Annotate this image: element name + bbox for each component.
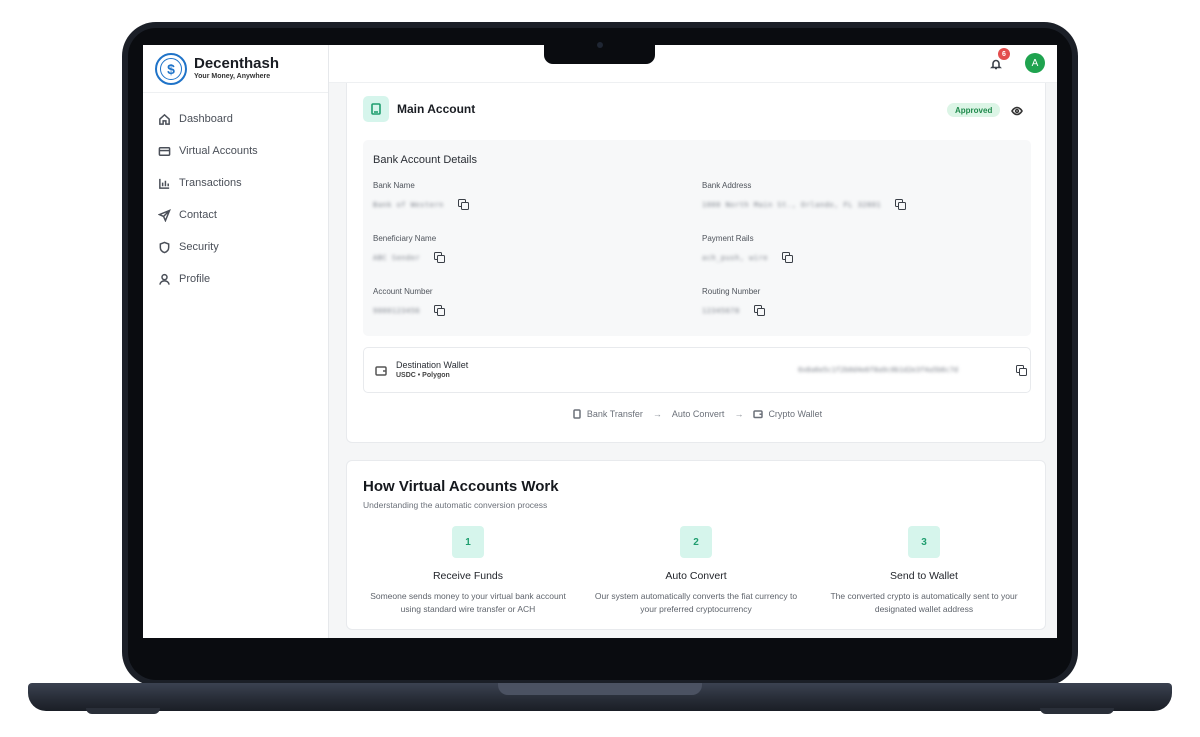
dollar-logo-icon: $ (155, 52, 187, 85)
step-number: 3 (908, 526, 940, 558)
field-value: Bank of Western (373, 200, 444, 209)
flow-step-wallet: Crypto Wallet (753, 409, 822, 419)
step-description: Someone sends money to your virtual bank… (370, 591, 566, 614)
bank-account-details: Bank Account Details Bank Name Bank of W… (363, 140, 1031, 336)
field-value: ach_push, wire (702, 253, 769, 262)
field-value: 1000 North Main St., Orlando, FL 32801 (702, 200, 882, 209)
card-icon (158, 146, 171, 156)
copy-icon[interactable] (782, 252, 794, 263)
step-title: Send to Wallet (890, 570, 958, 582)
sidebar-item-label: Security (179, 241, 219, 253)
toggle-visibility-button[interactable] (1011, 104, 1023, 116)
field-beneficiary-name: Beneficiary Name ABC Sender (373, 234, 673, 263)
conversion-flow: Bank Transfer → Auto Convert → Crypto Wa… (347, 409, 1047, 419)
step-number: 2 (680, 526, 712, 558)
field-bank-name: Bank Name Bank of Western (373, 181, 673, 210)
brand-name: Decenthash (194, 55, 280, 72)
field-account-number: Account Number 9000123456 (373, 287, 673, 316)
user-icon (159, 273, 170, 285)
brand-tagline: Your Money, Anywhere (194, 73, 271, 80)
arrow-right-icon: → (734, 409, 744, 419)
bank-icon (363, 96, 389, 122)
laptop-chin (143, 638, 1057, 656)
sidebar-item-label: Profile (179, 273, 211, 285)
wallet-network: USDC • Polygon (396, 372, 450, 379)
step-title: Auto Convert (665, 570, 727, 582)
laptop-foot-left (86, 708, 160, 714)
brand[interactable]: $ Decenthash Your Money, Anywhere (143, 45, 328, 93)
step-description: Our system automatically converts the fi… (594, 591, 798, 614)
step-number: 1 (452, 526, 484, 558)
sidebar-item-transactions[interactable]: Transactions (143, 167, 328, 199)
field-label: Payment Rails (702, 234, 754, 243)
sidebar-item-virtual-accounts[interactable]: Virtual Accounts (143, 135, 328, 167)
field-label: Bank Name (373, 181, 415, 190)
flow-step-bank: Bank Transfer (572, 409, 643, 419)
sidebar-item-label: Contact (179, 209, 217, 221)
sidebar-item-dashboard[interactable]: Dashboard (143, 103, 328, 135)
step-receive-funds: 1 Receive Funds Someone sends money to y… (358, 526, 578, 616)
wallet-name: Destination Wallet (396, 360, 469, 370)
copy-icon[interactable] (434, 252, 446, 263)
sidebar-item-contact[interactable]: Contact (143, 199, 328, 231)
details-title: Bank Account Details (373, 154, 477, 166)
step-description: The converted crypto is automatically se… (830, 591, 1018, 614)
field-routing-number: Routing Number 12345678 (702, 287, 1002, 316)
sidebar-item-label: Dashboard (179, 113, 233, 125)
copy-icon[interactable] (434, 305, 446, 316)
flow-step-convert: Auto Convert (671, 409, 725, 419)
section-title: How Virtual Accounts Work (363, 478, 559, 495)
arrow-right-icon: → (652, 409, 662, 419)
field-label: Bank Address (702, 181, 752, 190)
notification-count-badge: 6 (998, 48, 1010, 60)
chart-icon (159, 178, 170, 189)
copy-icon[interactable] (753, 305, 765, 316)
field-value: 9000123456 (373, 306, 421, 315)
copy-icon[interactable] (457, 199, 469, 210)
field-label: Routing Number (702, 287, 761, 296)
copy-icon[interactable] (895, 199, 907, 210)
field-label: Account Number (373, 287, 433, 296)
sidebar-nav: Dashboard Virtual Accounts Transactions … (143, 93, 328, 295)
bank-icon (573, 409, 581, 419)
section-subtitle: Understanding the automatic conversion p… (363, 500, 548, 510)
laptop-opening-notch (498, 683, 702, 695)
sidebar-item-profile[interactable]: Profile (143, 263, 328, 295)
field-label: Beneficiary Name (373, 234, 437, 243)
account-title: Main Account (397, 102, 476, 116)
wallet-icon (375, 364, 387, 376)
wallet-address: 0x8a6e5c1f2b0d4e6f8a9c0b1d2e3f4a5b6c7d (798, 366, 959, 374)
how-it-works-card: How Virtual Accounts Work Understanding … (346, 460, 1046, 630)
step-send-to-wallet: 3 Send to Wallet The converted crypto is… (814, 526, 1034, 616)
destination-wallet: Destination Wallet USDC • Polygon 0x8a6e… (363, 347, 1031, 393)
send-icon (158, 208, 171, 222)
top-bar (329, 45, 1057, 83)
app-screen: $ Decenthash Your Money, Anywhere Dashbo… (143, 45, 1057, 638)
step-auto-convert: 2 Auto Convert Our system automatically … (586, 526, 806, 616)
avatar[interactable]: A (1025, 53, 1045, 73)
eye-icon (1011, 106, 1023, 116)
step-title: Receive Funds (432, 570, 504, 582)
sidebar-item-security[interactable]: Security (143, 231, 328, 263)
camera-icon (597, 42, 603, 48)
laptop-mockup: $ Decenthash Your Money, Anywhere Dashbo… (0, 0, 1200, 737)
wallet-icon (753, 410, 764, 419)
sidebar: $ Decenthash Your Money, Anywhere Dashbo… (143, 45, 329, 638)
home-icon (159, 113, 170, 125)
field-payment-rails: Payment Rails ach_push, wire (702, 234, 1002, 263)
shield-icon (159, 241, 170, 253)
field-value: ABC Sender (373, 253, 421, 262)
laptop-foot-right (1040, 708, 1114, 714)
status-badge: Approved (947, 103, 1001, 117)
bell-icon (990, 59, 1002, 70)
copy-icon[interactable] (1016, 365, 1027, 376)
sidebar-item-label: Virtual Accounts (179, 145, 258, 157)
field-bank-address: Bank Address 1000 North Main St., Orland… (702, 181, 1002, 210)
sidebar-item-label: Transactions (179, 177, 242, 189)
main-account-card: Main Account Approved Bank Account Detai… (346, 83, 1046, 443)
field-value: 12345678 (702, 306, 740, 315)
